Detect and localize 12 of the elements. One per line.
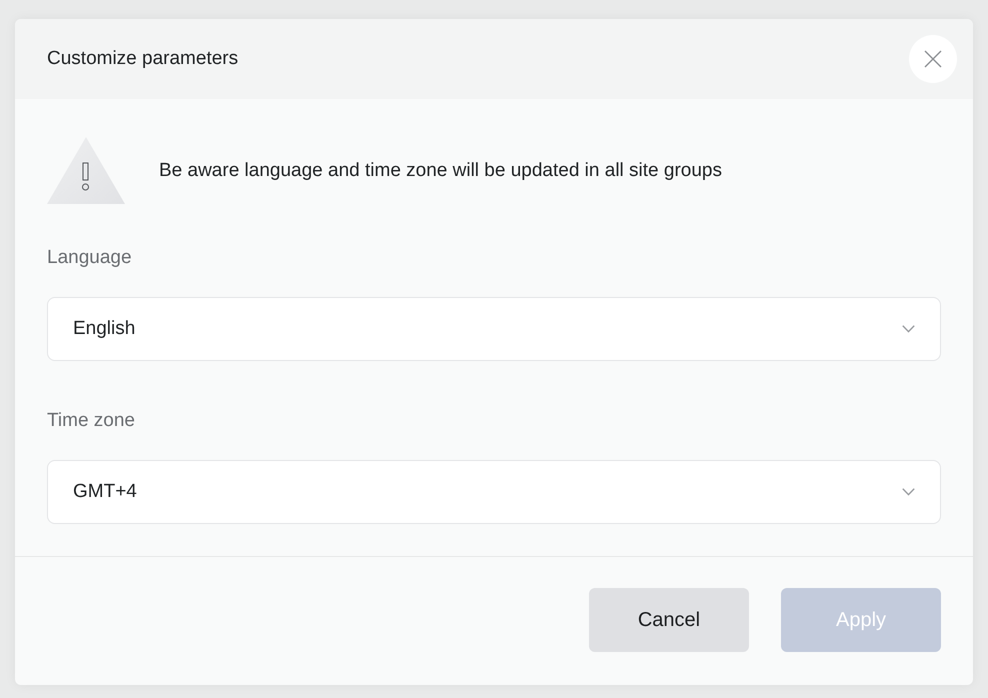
warning-message: Be aware language and time zone will be updated in all site groups: [159, 158, 722, 182]
warning-icon: [47, 137, 125, 204]
chevron-down-icon: [902, 488, 915, 496]
field-label: Language: [47, 246, 133, 270]
close-icon: [924, 50, 942, 68]
dialog-title: Customize parameters: [47, 47, 238, 71]
dropdown-select[interactable]: GMT+4: [47, 460, 941, 524]
close-button[interactable]: [909, 35, 957, 83]
field-label: Time zone: [47, 409, 136, 433]
cancel-button[interactable]: Cancel: [589, 588, 749, 652]
dropdown-select[interactable]: English: [47, 297, 941, 361]
chevron-down-icon: [902, 325, 915, 333]
